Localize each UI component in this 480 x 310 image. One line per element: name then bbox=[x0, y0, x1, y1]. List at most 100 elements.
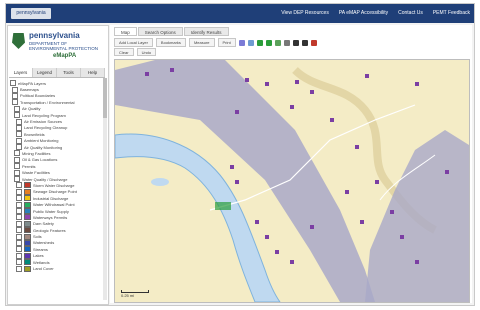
map-tool-icon[interactable] bbox=[283, 39, 290, 46]
layer-checkbox[interactable] bbox=[16, 208, 22, 214]
facility-marker-icon[interactable] bbox=[445, 170, 449, 174]
header-link[interactable]: View DEP Resources bbox=[281, 10, 329, 16]
facility-marker-icon[interactable] bbox=[415, 82, 419, 86]
layer-checkbox[interactable] bbox=[16, 201, 22, 208]
layer-label: Water Withdrawal Point bbox=[33, 202, 75, 208]
legend-swatch-icon bbox=[24, 246, 31, 253]
toolbar-button[interactable]: Print bbox=[217, 38, 236, 47]
facility-marker-icon[interactable] bbox=[170, 68, 174, 72]
facility-marker-icon[interactable] bbox=[265, 82, 269, 86]
layer-checkbox[interactable] bbox=[16, 137, 22, 144]
layer-checkbox[interactable] bbox=[14, 156, 20, 163]
layer-checkbox[interactable] bbox=[16, 182, 22, 189]
layer-checkbox[interactable] bbox=[14, 150, 20, 157]
map-tool-icon[interactable] bbox=[247, 39, 254, 46]
facility-marker-icon[interactable] bbox=[345, 190, 349, 194]
layers-panel: pennsylvania DEPARTMENT OF ENVIRONMENTAL… bbox=[7, 25, 109, 305]
facility-marker-icon[interactable] bbox=[375, 180, 379, 184]
layer-checkbox[interactable] bbox=[10, 80, 16, 87]
layer-checkbox[interactable] bbox=[16, 265, 22, 272]
legend-swatch-icon bbox=[24, 227, 31, 234]
header-link[interactable]: PEMT Feedback bbox=[433, 10, 470, 16]
facility-marker-icon[interactable] bbox=[400, 235, 404, 239]
facility-marker-icon[interactable] bbox=[265, 235, 269, 239]
layer-checkbox[interactable] bbox=[16, 214, 22, 221]
map-tab[interactable]: Map bbox=[114, 27, 137, 36]
facility-marker-icon[interactable] bbox=[310, 225, 314, 229]
layer-checkbox[interactable] bbox=[16, 233, 22, 240]
layer-label: Public Water Supply bbox=[33, 208, 69, 214]
layer-checkbox[interactable] bbox=[12, 92, 18, 99]
layer-label: Land Recycling Program bbox=[22, 112, 66, 118]
layer-checkbox[interactable] bbox=[14, 112, 20, 119]
site-logo[interactable]: pennsylvania bbox=[11, 8, 51, 19]
layer-checkbox[interactable] bbox=[16, 188, 22, 195]
facility-marker-icon[interactable] bbox=[295, 80, 299, 84]
layer-checkbox[interactable] bbox=[16, 220, 22, 227]
map-canvas[interactable] bbox=[115, 60, 469, 302]
header-link[interactable]: Contact Us bbox=[398, 10, 423, 16]
toolbar-button[interactable]: Add Local Layer bbox=[114, 38, 153, 47]
map-tool-icon[interactable] bbox=[256, 39, 263, 46]
header-link[interactable]: PA eMAP Accessibility bbox=[339, 10, 388, 16]
layer-checkbox[interactable] bbox=[14, 105, 20, 112]
layer-label: Political Boundaries bbox=[20, 93, 56, 99]
facility-marker-icon[interactable] bbox=[245, 78, 249, 82]
facility-marker-icon[interactable] bbox=[365, 74, 369, 78]
layer-checkbox[interactable] bbox=[16, 246, 22, 253]
scroll-thumb[interactable] bbox=[103, 78, 107, 118]
facility-marker-icon[interactable] bbox=[235, 110, 239, 114]
layer-checkbox[interactable] bbox=[14, 163, 20, 170]
facility-marker-icon[interactable] bbox=[330, 118, 334, 122]
panel-tab[interactable]: Help bbox=[81, 68, 105, 77]
layer-scrollbar[interactable] bbox=[103, 78, 107, 300]
layer-checkbox[interactable] bbox=[16, 131, 22, 138]
layer-checkbox[interactable] bbox=[16, 124, 22, 131]
facility-marker-icon[interactable] bbox=[310, 90, 314, 94]
layer-checkbox[interactable] bbox=[16, 239, 22, 246]
facility-marker-icon[interactable] bbox=[145, 72, 149, 76]
layer-checkbox[interactable] bbox=[16, 144, 22, 151]
brand-department: DEPARTMENT OF ENVIRONMENTAL PROTECTION bbox=[29, 41, 99, 51]
layer-checkbox[interactable] bbox=[16, 252, 22, 259]
map-tool-icon[interactable] bbox=[238, 39, 245, 46]
facility-marker-icon[interactable] bbox=[390, 210, 394, 214]
layer-checkbox[interactable] bbox=[12, 86, 18, 93]
facility-marker-icon[interactable] bbox=[360, 220, 364, 224]
map-tool-icon[interactable] bbox=[274, 39, 281, 46]
panel-tab[interactable]: Tools bbox=[57, 68, 81, 77]
subtoolbar-button[interactable]: Undo bbox=[136, 48, 157, 56]
map-tool-icon[interactable] bbox=[265, 39, 272, 46]
facility-marker-icon[interactable] bbox=[290, 260, 294, 264]
map-tool-icon[interactable] bbox=[292, 39, 299, 46]
layer-checkbox[interactable] bbox=[16, 259, 22, 266]
map-tab[interactable]: Identify Results bbox=[183, 27, 229, 36]
facility-marker-icon[interactable] bbox=[355, 145, 359, 149]
selected-feature[interactable] bbox=[215, 202, 231, 210]
layer-checkbox[interactable] bbox=[16, 118, 22, 125]
layer-checkbox[interactable] bbox=[14, 176, 20, 183]
facility-marker-icon[interactable] bbox=[290, 105, 294, 109]
panel-tab[interactable]: Legend bbox=[33, 68, 57, 77]
facility-marker-icon[interactable] bbox=[275, 250, 279, 254]
layer-label: Land Recycling Cleanup bbox=[24, 125, 68, 131]
toolbar-button[interactable]: Bookmarks bbox=[155, 38, 186, 47]
layer-checkbox[interactable] bbox=[12, 99, 18, 106]
facility-marker-icon[interactable] bbox=[230, 165, 234, 169]
layer-item[interactable]: Land Cover bbox=[10, 265, 100, 272]
map-tool-icon[interactable] bbox=[310, 39, 317, 46]
layer-checkbox[interactable] bbox=[16, 195, 22, 202]
layer-checkbox[interactable] bbox=[14, 169, 20, 176]
facility-marker-icon[interactable] bbox=[255, 220, 259, 224]
toolbar-button[interactable]: Measure bbox=[188, 38, 215, 47]
facility-marker-icon[interactable] bbox=[415, 260, 419, 264]
layer-label: Streams bbox=[33, 246, 48, 252]
panel-tab[interactable]: Layers bbox=[9, 68, 33, 77]
map-tab[interactable]: Search Options bbox=[137, 27, 183, 36]
subtoolbar-button[interactable]: Clear bbox=[114, 48, 134, 56]
map-tool-icon[interactable] bbox=[301, 39, 308, 46]
layer-checkbox[interactable] bbox=[16, 227, 22, 234]
layer-label: Air Quality bbox=[22, 106, 41, 112]
map-view[interactable]: 0.25 mi bbox=[114, 59, 470, 303]
facility-marker-icon[interactable] bbox=[235, 180, 239, 184]
